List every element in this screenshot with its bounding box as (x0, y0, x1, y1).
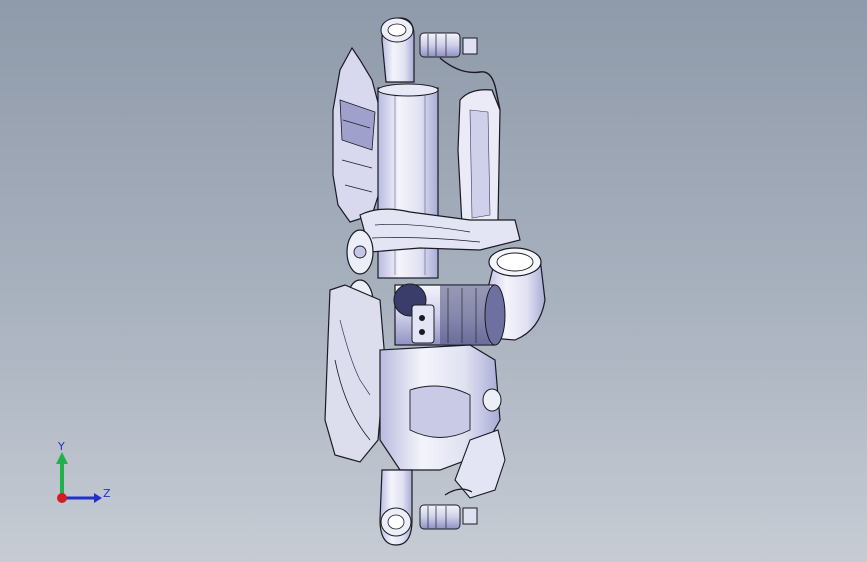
top-clamp (419, 32, 461, 58)
x-axis-origin (57, 493, 67, 503)
view-orientation-triad: Y Z (40, 436, 120, 512)
z-axis-label: Z (103, 487, 111, 500)
exhaust-assembly-model[interactable] (0, 0, 867, 562)
triad-axes (56, 452, 102, 503)
graphics-viewport[interactable]: Y Z (0, 0, 867, 562)
bottom-clamp (419, 504, 461, 530)
y-axis-label: Y (58, 440, 65, 453)
lower-left-shield (324, 284, 386, 463)
